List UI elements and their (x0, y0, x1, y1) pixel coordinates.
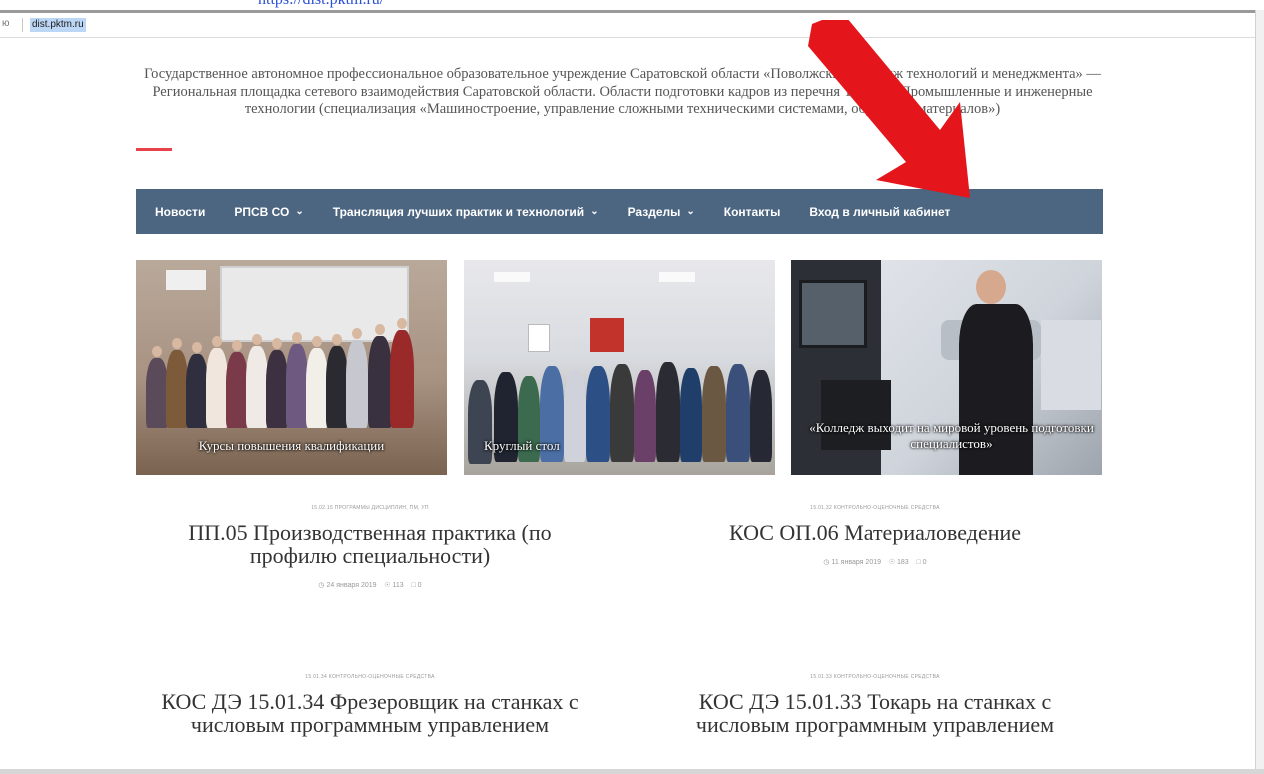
chevron-down-icon: ⌄ (686, 206, 695, 217)
article-date: 24 января 2019 (326, 582, 377, 589)
workshop-background (1041, 320, 1101, 410)
article-comments: 0 (417, 582, 422, 589)
bottom-border (0, 769, 1264, 774)
chevron-down-icon: ⌄ (590, 206, 599, 217)
address-bar: ю dist.pktm.ru (0, 10, 1255, 38)
article-category[interactable]: 15.01.33 КОНТРОЛЬНО-ОЦЕНОЧНЫЕ СРЕДСТВА (665, 674, 1085, 680)
scrollbar[interactable] (1255, 10, 1264, 774)
article-title[interactable]: КОС ДЭ 15.01.34 Фрезеровщик на станках с… (160, 690, 580, 736)
article-item: 15.01.34 КОНТРОЛЬНО-ОЦЕНОЧНЫЕ СРЕДСТВА К… (160, 674, 580, 736)
eye-icon: ☉ (384, 582, 391, 589)
article-title[interactable]: ПП.05 Производственная практика (по проф… (160, 521, 580, 567)
article-title[interactable]: КОС ДЭ 15.01.33 Токарь на станках с числ… (665, 690, 1085, 736)
article-category[interactable]: 15.02.15 ПРОГРАММЫ ДИСЦИПЛИН, ПМ, УП (160, 505, 580, 511)
air-conditioner (166, 270, 206, 290)
featured-card-courses[interactable]: Курсы повышения квалификации (136, 260, 447, 475)
flag-display (528, 324, 550, 352)
nav-item-contacts[interactable]: Контакты (724, 205, 781, 219)
nav-item-rpsv[interactable]: РПСВ СО ⌄ (234, 205, 303, 219)
article-item: 15.02.15 ПРОГРАММЫ ДИСЦИПЛИН, ПМ, УП ПП.… (160, 505, 580, 589)
ceiling-light (659, 272, 695, 282)
clock-icon: ◷ (318, 582, 325, 589)
eye-icon: ☉ (888, 559, 896, 566)
address-divider (22, 18, 23, 32)
article-item: 15.01.32 КОНТРОЛЬНО-ОЦЕНОЧНЫЕ СРЕДСТВА К… (665, 505, 1085, 566)
top-partial-link[interactable]: https://dist.pktm.ru/ (258, 0, 384, 9)
cnc-screen (799, 280, 867, 348)
group-of-people (136, 318, 447, 430)
nav-label: Новости (155, 204, 206, 219)
article-date: 11 января 2019 (831, 559, 881, 566)
nav-item-best-practices[interactable]: Трансляция лучших практик и технологий ⌄ (333, 205, 599, 219)
featured-card-round-table[interactable]: Круглый стол (464, 260, 775, 475)
nav-item-news[interactable]: Новости (155, 205, 205, 219)
nav-label: Разделы (627, 204, 681, 219)
comment-icon: □ (916, 559, 921, 566)
article-comments: 0 (922, 559, 927, 566)
instructor-head (976, 270, 1006, 304)
nav-label: РПСВ СО (234, 204, 290, 219)
red-arrow-annotation (808, 20, 970, 198)
nav-label: Контакты (723, 204, 781, 219)
article-title[interactable]: КОС ОП.06 Материаловедение (665, 521, 1085, 544)
card-caption[interactable]: «Колледж выходит на мировой уровень подг… (809, 420, 1094, 452)
article-views: 183 (897, 559, 909, 566)
clock-icon: ◷ (823, 559, 830, 566)
comment-icon: □ (411, 582, 416, 589)
tab-fragment: ю (2, 18, 10, 29)
article-category[interactable]: 15.01.32 КОНТРОЛЬНО-ОЦЕНОЧНЫЕ СРЕДСТВА (665, 505, 1085, 511)
nav-item-sections[interactable]: Разделы ⌄ (628, 205, 695, 219)
featured-card-world-level[interactable]: «Колледж выходит на мировой уровень подг… (791, 260, 1102, 475)
article-meta: ◷ 24 января 2019 ☉ 113 □ 0 (160, 581, 580, 589)
article-views: 113 (392, 582, 404, 589)
card-caption[interactable]: Курсы повышения квалификации (136, 438, 447, 454)
ceiling-light (494, 272, 530, 282)
arrow-shape (808, 20, 970, 198)
top-partial-strip: https://dist.pktm.ru/ (0, 0, 1264, 10)
url-field[interactable]: dist.pktm.ru (30, 18, 86, 32)
coat-of-arms (590, 318, 624, 352)
article-item: 15.01.33 КОНТРОЛЬНО-ОЦЕНОЧНЫЕ СРЕДСТВА К… (665, 674, 1085, 736)
title-accent-line (136, 148, 172, 151)
card-caption[interactable]: Круглый стол (484, 438, 775, 454)
nav-label: Трансляция лучших практик и технологий (332, 204, 585, 219)
article-meta: ◷ 11 января 2019 ☉ 183 □ 0 (665, 558, 1085, 566)
article-category[interactable]: 15.01.34 КОНТРОЛЬНО-ОЦЕНОЧНЫЕ СРЕДСТВА (160, 674, 580, 680)
chevron-down-icon: ⌄ (295, 206, 304, 217)
